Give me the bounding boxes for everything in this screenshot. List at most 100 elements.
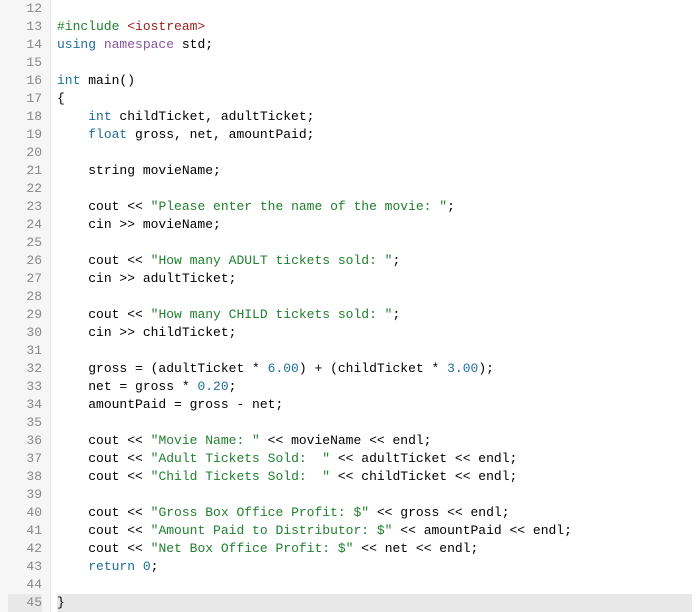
- code-line: cin >> movieName;: [57, 216, 692, 234]
- code-token: "Amount Paid to Distributor: $": [151, 523, 393, 538]
- line-number: 20: [8, 144, 42, 162]
- line-number: 39: [8, 486, 42, 504]
- line-number: 12: [8, 0, 42, 18]
- line-number: 28: [8, 288, 42, 306]
- code-token: int: [57, 73, 80, 88]
- line-number: 18: [8, 108, 42, 126]
- line-number: 40: [8, 504, 42, 522]
- code-token: cin >> adultTicket;: [88, 271, 236, 286]
- code-token: "Net Box Office Profit: $": [151, 541, 354, 556]
- line-number: 44: [8, 576, 42, 594]
- code-line: cout << "How many CHILD tickets sold: ";: [57, 306, 692, 324]
- code-token: 0.20: [197, 379, 228, 394]
- code-token: namespace: [104, 37, 174, 52]
- code-line: string movieName;: [57, 162, 692, 180]
- line-number: 14: [8, 36, 42, 54]
- line-number: 37: [8, 450, 42, 468]
- code-token: cin >> childTicket;: [88, 325, 236, 340]
- code-token: "Gross Box Office Profit: $": [151, 505, 369, 520]
- code-line: amountPaid = gross - net;: [57, 396, 692, 414]
- line-number: 24: [8, 216, 42, 234]
- code-line: [57, 342, 692, 360]
- code-token: std;: [174, 37, 213, 52]
- code-line: [57, 234, 692, 252]
- line-number: 30: [8, 324, 42, 342]
- code-editor: 1213141516171819202122232425262728293031…: [0, 0, 698, 612]
- code-token: main(): [80, 73, 135, 88]
- code-token: ;: [229, 379, 237, 394]
- code-token: [135, 559, 143, 574]
- code-token: ) + (childTicket *: [299, 361, 447, 376]
- code-token: ;: [151, 559, 159, 574]
- line-number: 43: [8, 558, 42, 576]
- code-line: cout << "Gross Box Office Profit: $" << …: [57, 504, 692, 522]
- code-token: cout <<: [88, 433, 150, 448]
- line-number: 16: [8, 72, 42, 90]
- code-token: amountPaid = gross - net;: [88, 397, 283, 412]
- line-number: 33: [8, 378, 42, 396]
- code-token: "Adult Tickets Sold: ": [151, 451, 330, 466]
- line-number: 34: [8, 396, 42, 414]
- line-number: 13: [8, 18, 42, 36]
- code-line: return 0;: [57, 558, 692, 576]
- code-line: [57, 414, 692, 432]
- code-token: cout <<: [88, 469, 150, 484]
- code-line: {: [57, 90, 692, 108]
- code-token: << childTicket << endl;: [330, 469, 517, 484]
- code-line: int main(): [57, 72, 692, 90]
- code-token: 6.00: [268, 361, 299, 376]
- code-token: #include: [57, 19, 127, 34]
- code-token: cout <<: [88, 541, 150, 556]
- code-token: << movieName << endl;: [260, 433, 432, 448]
- code-line: int childTicket, adultTicket;: [57, 108, 692, 126]
- line-number: 25: [8, 234, 42, 252]
- line-number: 21: [8, 162, 42, 180]
- code-token: cout <<: [88, 253, 150, 268]
- code-line: cin >> childTicket;: [57, 324, 692, 342]
- code-token: << gross << endl;: [369, 505, 509, 520]
- code-token: "Child Tickets Sold: ": [151, 469, 330, 484]
- code-token: [96, 37, 104, 52]
- code-token: gross, net, amountPaid;: [127, 127, 314, 142]
- code-token: cout <<: [88, 199, 150, 214]
- code-line: using namespace std;: [57, 36, 692, 54]
- line-number: 31: [8, 342, 42, 360]
- code-line: cin >> adultTicket;: [57, 270, 692, 288]
- line-number: 19: [8, 126, 42, 144]
- code-line: #include <iostream>: [57, 18, 692, 36]
- code-line: cout << "Movie Name: " << movieName << e…: [57, 432, 692, 450]
- code-token: "Movie Name: ": [151, 433, 260, 448]
- code-line: cout << "Net Box Office Profit: $" << ne…: [57, 540, 692, 558]
- code-line: [57, 288, 692, 306]
- code-token: << net << endl;: [353, 541, 478, 556]
- code-token: ;: [447, 199, 455, 214]
- code-token: ;: [392, 307, 400, 322]
- line-number: 35: [8, 414, 42, 432]
- code-token: cout <<: [88, 505, 150, 520]
- code-line: [57, 576, 692, 594]
- line-number: 27: [8, 270, 42, 288]
- code-area: #include <iostream>using namespace std; …: [51, 0, 698, 612]
- line-number-gutter: 1213141516171819202122232425262728293031…: [0, 0, 51, 612]
- code-token: 3.00: [447, 361, 478, 376]
- line-number: 29: [8, 306, 42, 324]
- line-number: 23: [8, 198, 42, 216]
- code-line: cout << "Please enter the name of the mo…: [57, 198, 692, 216]
- code-line: cout << "How many ADULT tickets sold: ";: [57, 252, 692, 270]
- code-token: << adultTicket << endl;: [330, 451, 517, 466]
- line-number: 38: [8, 468, 42, 486]
- code-line: gross = (adultTicket * 6.00) + (childTic…: [57, 360, 692, 378]
- line-number: 17: [8, 90, 42, 108]
- code-line: cout << "Amount Paid to Distributor: $" …: [57, 522, 692, 540]
- code-token: "Please enter the name of the movie: ": [151, 199, 447, 214]
- code-token: cout <<: [88, 523, 150, 538]
- code-token: << amountPaid << endl;: [392, 523, 571, 538]
- code-token: cout <<: [88, 307, 150, 322]
- code-token: childTicket, adultTicket;: [112, 109, 315, 124]
- code-token: {: [57, 91, 65, 106]
- code-line: [57, 180, 692, 198]
- code-token: ;: [392, 253, 400, 268]
- line-number: 22: [8, 180, 42, 198]
- code-token: return: [88, 559, 135, 574]
- code-token: int: [88, 109, 111, 124]
